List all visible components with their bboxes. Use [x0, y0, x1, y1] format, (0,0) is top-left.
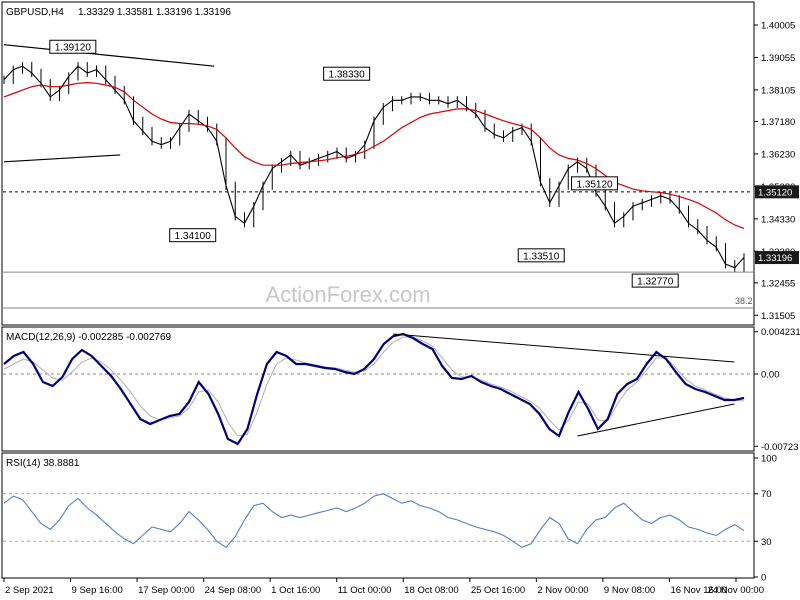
annotation-label-4: 1.33510 [523, 251, 560, 262]
watermark: ActionForex.com [265, 282, 430, 307]
price-tag-label-1: 1.33196 [758, 253, 792, 264]
price-plot: 1.39120 1.38330 1.34100 1.35120 1.33510 1.327… [3, 39, 753, 309]
time-axis-label: 24 Nov 00:00 [707, 585, 764, 596]
price-axis-label: 1.36230 [761, 149, 795, 160]
macd-pane-frame [1, 326, 755, 452]
time-axis-label: 2 Sep 2021 [5, 585, 54, 596]
time-axis-label: 11 Oct 00:00 [338, 585, 392, 596]
rsi-pane-frame [1, 452, 755, 579]
rsi-axis-label: 0 [761, 573, 766, 584]
fib-level-label: 38.2 [735, 296, 753, 306]
annotation-label-0: 1.39120 [55, 43, 92, 54]
time-axis-label: 2 Nov 00:00 [537, 585, 588, 596]
macd-axis-label: -0.00723 [761, 442, 799, 453]
ohlc-readout: 1.33329 1.33581 1.33196 1.33196 [78, 7, 231, 18]
macd-main-line [3, 332, 745, 446]
annotation-label-3: 1.35120 [576, 179, 613, 190]
rsi-axis-label: 100 [761, 454, 777, 465]
price-tag-label-0: 1.35120 [758, 187, 792, 198]
macd-signal-line [3, 336, 745, 437]
symbol-label: GBPUSD,H4 [6, 7, 64, 18]
annotation-label-5: 1.32770 [637, 277, 674, 288]
price-axis-label: 1.34330 [761, 214, 795, 225]
macd-title: MACD(12,26,9) -0.002285 -0.002769 [6, 332, 172, 343]
macd-trendline-0 [393, 333, 735, 363]
time-axis-label: 17 Sep 00:00 [138, 585, 195, 596]
rsi-axis-label: 30 [761, 537, 772, 548]
trendline-1 [3, 154, 121, 163]
forex-chart: GBPUSD,H4 1.33329 1.33581 1.33196 1.3319… [1, 1, 800, 596]
macd-plot [3, 332, 753, 446]
price-series-line [3, 65, 745, 269]
rsi-axis-label: 70 [761, 489, 772, 500]
trendline-0 [3, 44, 215, 67]
price-axis-label: 1.40005 [761, 21, 795, 32]
macd-axis-label: 0.00 [761, 370, 780, 381]
annotation-label-1: 1.38330 [329, 70, 366, 81]
price-axis-label: 1.31505 [761, 311, 795, 322]
time-axis-label: 25 Oct 16:00 [471, 585, 525, 596]
time-axis-label: 1 Oct 16:00 [271, 585, 320, 596]
time-axis-label: 18 Oct 08:00 [404, 585, 458, 596]
rsi-title: RSI(14) 38.8881 [6, 458, 80, 469]
price-axis-label: 1.32455 [761, 278, 795, 289]
time-axis-label: 9 Nov 08:00 [604, 585, 655, 596]
annotation-label-2: 1.34100 [175, 231, 212, 242]
rsi-line [3, 493, 745, 549]
macd-axis-label: 0.004231 [761, 327, 800, 338]
time-axis-label: 24 Sep 08:00 [205, 585, 262, 596]
price-axis-label: 1.37180 [761, 117, 795, 128]
price-axis-label: 1.38105 [761, 85, 795, 96]
time-axis-label: 9 Sep 16:00 [72, 585, 123, 596]
price-axis-label: 1.39055 [761, 53, 795, 64]
rsi-plot [3, 493, 753, 549]
